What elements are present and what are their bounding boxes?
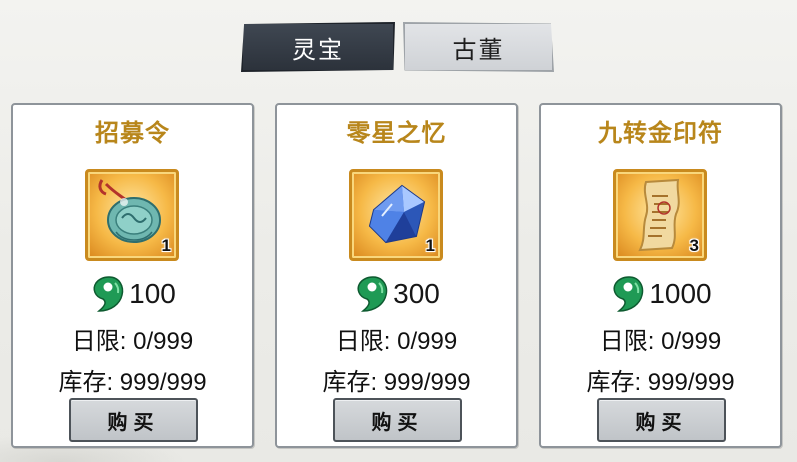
item-icon-frame[interactable]: 3: [613, 169, 707, 261]
tab-gudong[interactable]: 古董: [403, 22, 554, 72]
item-icon-frame[interactable]: 1: [349, 169, 443, 261]
jade-currency-icon: [613, 276, 644, 312]
stock-count: 库存: 999/999: [586, 369, 735, 396]
price-value: 300: [393, 278, 440, 309]
stock-count: 库存: 999/999: [322, 369, 471, 396]
buy-button[interactable]: 购买: [597, 398, 726, 442]
item-name: 九转金印符: [598, 120, 723, 147]
tab-bar: 灵宝 古董: [241, 22, 554, 72]
jade-currency-icon: [357, 276, 388, 312]
shop-item-card: 九转金印符 3 1000 日限: 0/999 库存: 999/999 购买: [539, 103, 782, 448]
stock-count: 库存: 999/999: [58, 369, 207, 396]
tab-lingbao[interactable]: 灵宝: [241, 22, 395, 72]
buy-button[interactable]: 购买: [333, 398, 462, 442]
item-quantity: 1: [425, 236, 435, 255]
item-name: 招募令: [95, 120, 170, 147]
shop-item-card: 零星之忆 1 300 日限: 0/999 库存: 999/999 购买: [275, 103, 518, 448]
jade-currency-icon: [93, 276, 124, 312]
shop-item-card: 招募令 1 100 日限: 0/999 库存: 999/999 购买: [11, 103, 254, 448]
price-value: 100: [129, 278, 176, 309]
item-price: 1000: [541, 275, 780, 313]
item-quantity: 3: [689, 236, 699, 255]
price-value: 1000: [649, 278, 712, 309]
item-icon-frame[interactable]: 1: [85, 169, 179, 261]
buy-button[interactable]: 购买: [69, 398, 198, 442]
item-price: 300: [277, 275, 516, 313]
item-price: 100: [13, 275, 252, 313]
daily-limit: 日限: 0/999: [71, 328, 194, 355]
item-name: 零星之忆: [346, 120, 447, 147]
item-quantity: 1: [161, 236, 171, 255]
daily-limit: 日限: 0/999: [599, 328, 722, 355]
daily-limit: 日限: 0/999: [335, 328, 458, 355]
